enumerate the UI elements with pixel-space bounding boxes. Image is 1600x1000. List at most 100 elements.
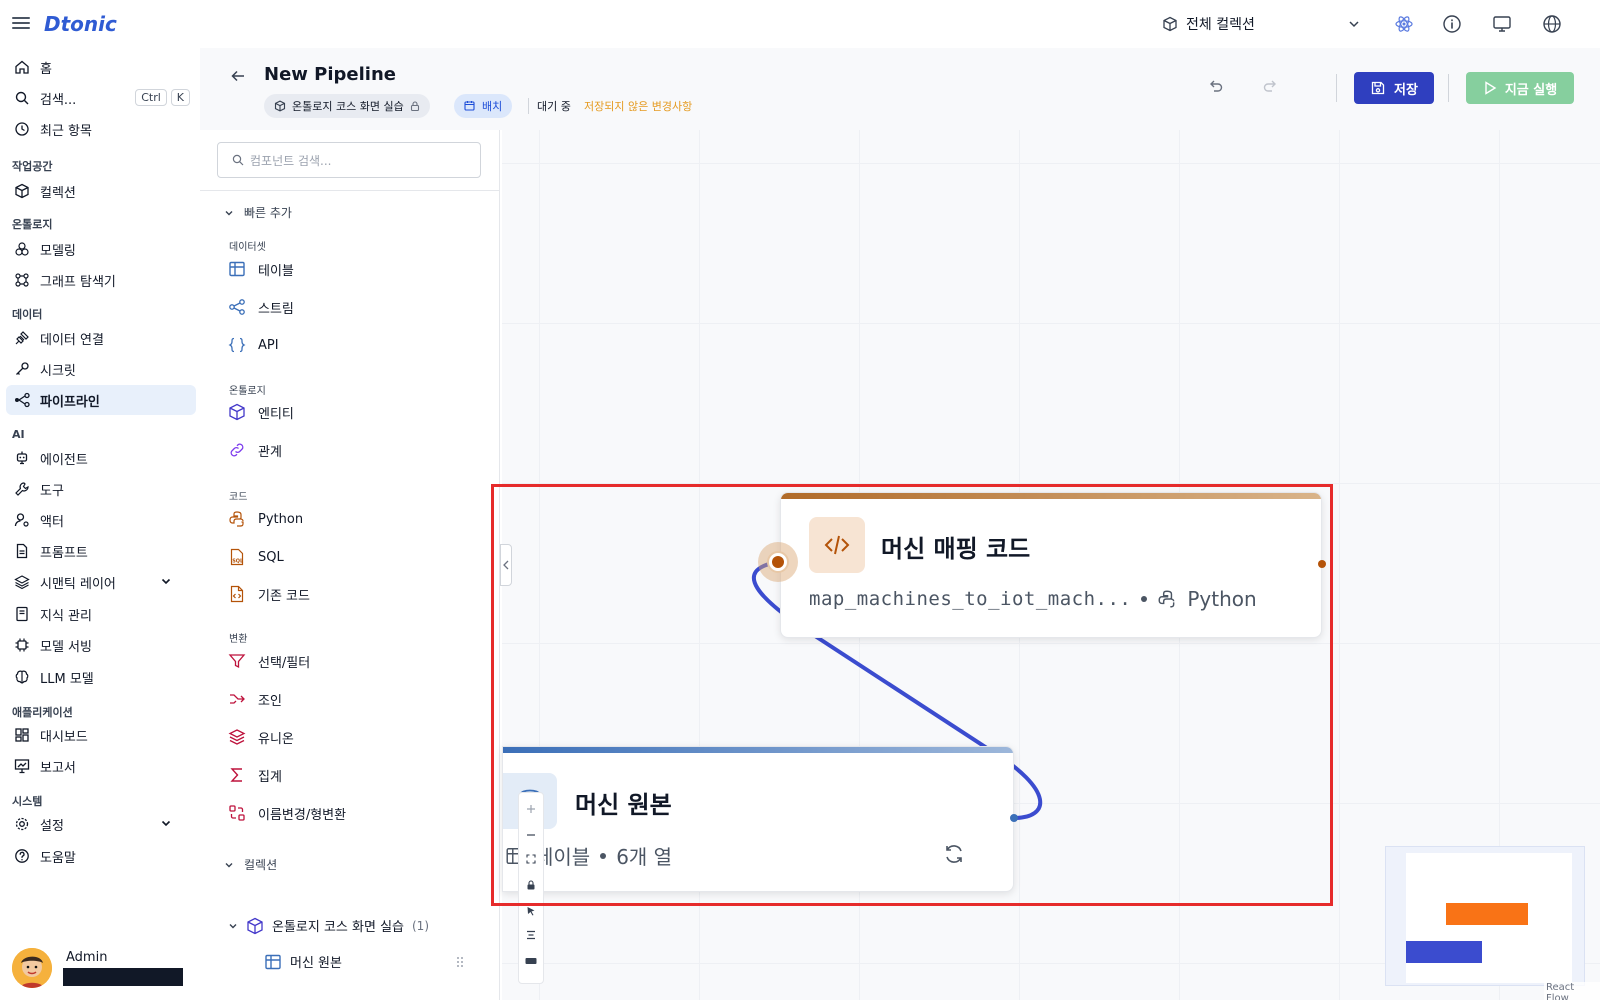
sidebar-item-llm-model[interactable]: LLM 모델 [6, 662, 196, 692]
globe-icon[interactable] [1542, 14, 1562, 34]
collection-selector[interactable]: 전체 컬렉션 [1162, 12, 1362, 36]
sidebar-item-label: LLM 모델 [40, 671, 94, 687]
component-union[interactable]: 유니온 [228, 722, 294, 752]
component-aggregate[interactable]: 집계 [228, 760, 282, 790]
sidebar-item-knowledge[interactable]: 지식 관리 [6, 599, 196, 629]
component-panel: 컴포넌트 검색... 빠른 추가 데이터셋 테이블 스트림 API 온톨로지 엔… [200, 130, 500, 1000]
menu-icon[interactable] [12, 14, 30, 32]
component-python[interactable]: Python [228, 504, 303, 534]
sidebar-item-modeling[interactable]: 모델링 [6, 234, 196, 264]
save-button[interactable]: 저장 [1354, 72, 1434, 104]
keyboard-icon[interactable] [523, 953, 539, 969]
sidebar-item-report[interactable]: 보고서 [6, 751, 196, 781]
python-icon [229, 511, 244, 527]
sidebar-item-help[interactable]: 도움말 [6, 841, 196, 871]
sidebar-item-secret[interactable]: 시크릿 [6, 354, 196, 384]
chevron-down-icon [229, 923, 237, 928]
redacted-email [63, 968, 183, 986]
sidebar-item-label: 컬렉션 [40, 185, 76, 201]
tree-dataset-item[interactable]: 머신 원본 [264, 952, 342, 971]
lock-icon [410, 101, 419, 111]
book-icon [16, 606, 28, 622]
quick-add-toggle[interactable]: 빠른 추가 [224, 204, 292, 221]
sidebar-item-pipeline[interactable]: 파이프라인 [6, 385, 196, 415]
react-icon[interactable] [1394, 14, 1414, 34]
component-api[interactable]: API [228, 330, 279, 360]
monitor-icon[interactable] [1492, 14, 1512, 34]
sidebar-item-tool[interactable]: 도구 [6, 474, 196, 504]
component-entity[interactable]: 엔티티 [228, 397, 294, 427]
source-output-handle[interactable] [1010, 814, 1018, 822]
section-apps: 애플리케이션 [12, 706, 73, 719]
cube-icon [247, 917, 263, 934]
category-dataset: 데이터셋 [229, 242, 266, 253]
run-now-button[interactable]: 지금 실행 [1466, 72, 1574, 104]
align-icon[interactable] [523, 927, 539, 943]
sidebar-item-data-connection[interactable]: 데이터 연결 [6, 323, 196, 353]
presentation-icon [14, 759, 30, 774]
sidebar-item-label: 에이전트 [40, 452, 88, 468]
component-relation[interactable]: 관계 [228, 435, 282, 465]
page-title[interactable]: New Pipeline [264, 64, 396, 85]
sidebar-item-agent[interactable]: 에이전트 [6, 443, 196, 473]
sidebar-item-collection[interactable]: 컬렉션 [6, 176, 196, 206]
collection-group-toggle[interactable]: 컬렉션 [224, 856, 277, 873]
merge-arrow-icon [230, 694, 245, 704]
back-arrow-icon[interactable] [230, 68, 246, 84]
sidebar-item-label: 파이프라인 [40, 394, 100, 410]
tree-collection[interactable]: 온톨로지 코스 화면 실습 (1) [228, 916, 429, 935]
redo-icon[interactable] [1262, 78, 1278, 94]
component-join[interactable]: 조인 [228, 684, 282, 714]
component-label: API [258, 337, 279, 353]
section-ai: AI [12, 428, 25, 441]
divider [1448, 74, 1449, 102]
react-flow-attribution[interactable]: React Flow [1544, 982, 1600, 1000]
run-now-button-label: 지금 실행 [1504, 82, 1558, 98]
chip-icon [15, 638, 29, 652]
fit-view-icon[interactable] [523, 851, 539, 867]
sidebar-item-home[interactable]: 홈 [6, 52, 196, 82]
source-node[interactable]: 머신 원본 테이블 6개 열 [502, 746, 1014, 892]
info-icon[interactable] [1442, 14, 1462, 34]
refresh-icon[interactable] [943, 843, 965, 865]
zoom-out-icon[interactable] [523, 827, 539, 843]
sidebar-item-recent[interactable]: 최근 항목 [6, 114, 196, 144]
collection-chip[interactable]: 온톨로지 코스 화면 실습 [264, 94, 430, 118]
sidebar-item-prompt[interactable]: 프롬프트 [6, 536, 196, 566]
sidebar-item-label: 대시보드 [40, 729, 88, 745]
pointer-icon[interactable] [523, 903, 539, 919]
component-stream[interactable]: 스트림 [228, 292, 294, 322]
sidebar-item-semantic-layer[interactable]: 시맨틱 레이어 [6, 567, 196, 597]
app-logo[interactable]: Dtonic [44, 12, 117, 36]
sidebar-item-label: 모델링 [40, 243, 76, 259]
component-rename-cast[interactable]: 이름변경/형변환 [228, 798, 346, 828]
undo-icon[interactable] [1208, 78, 1224, 94]
batch-chip[interactable]: 배치 [454, 94, 513, 118]
function-name: map_machines_to_iot_mach... [809, 588, 1132, 610]
code-node[interactable]: 머신 매핑 코드 map_machines_to_iot_mach... Pyt… [780, 492, 1322, 638]
output-handle[interactable] [1318, 560, 1326, 568]
minimap[interactable] [1385, 846, 1585, 986]
lock-icon[interactable] [523, 877, 539, 893]
node-accent-bar [781, 493, 1321, 499]
component-existing-code[interactable]: 기존 코드 [228, 579, 310, 609]
cube-icon [229, 403, 245, 421]
component-search-input[interactable]: 컴포넌트 검색... [217, 142, 481, 178]
sidebar-item-settings[interactable]: 설정 [6, 809, 196, 839]
component-sql[interactable]: SQL SQL [228, 542, 284, 572]
drag-handle-icon[interactable] [456, 956, 464, 968]
component-select-filter[interactable]: 선택/필터 [228, 646, 310, 676]
sidebar-item-dashboard[interactable]: 대시보드 [6, 720, 196, 750]
sidebar-item-graph-explorer[interactable]: 그래프 탐색기 [6, 265, 196, 295]
sidebar-item-label: 검색... [40, 92, 77, 108]
play-icon [1485, 81, 1497, 95]
sidebar-item-actor[interactable]: 액터 [6, 505, 196, 535]
sidebar-item-search[interactable]: 검색... Ctrl K [6, 83, 196, 113]
panel-collapse-toggle[interactable] [500, 544, 512, 586]
sidebar-item-model-serving[interactable]: 모델 서빙 [6, 630, 196, 660]
node-language: Python [1187, 587, 1257, 611]
input-handle[interactable] [772, 556, 784, 568]
user-profile[interactable]: Admin [12, 948, 192, 988]
zoom-in-icon[interactable] [523, 801, 539, 817]
component-table[interactable]: 테이블 [228, 254, 294, 284]
